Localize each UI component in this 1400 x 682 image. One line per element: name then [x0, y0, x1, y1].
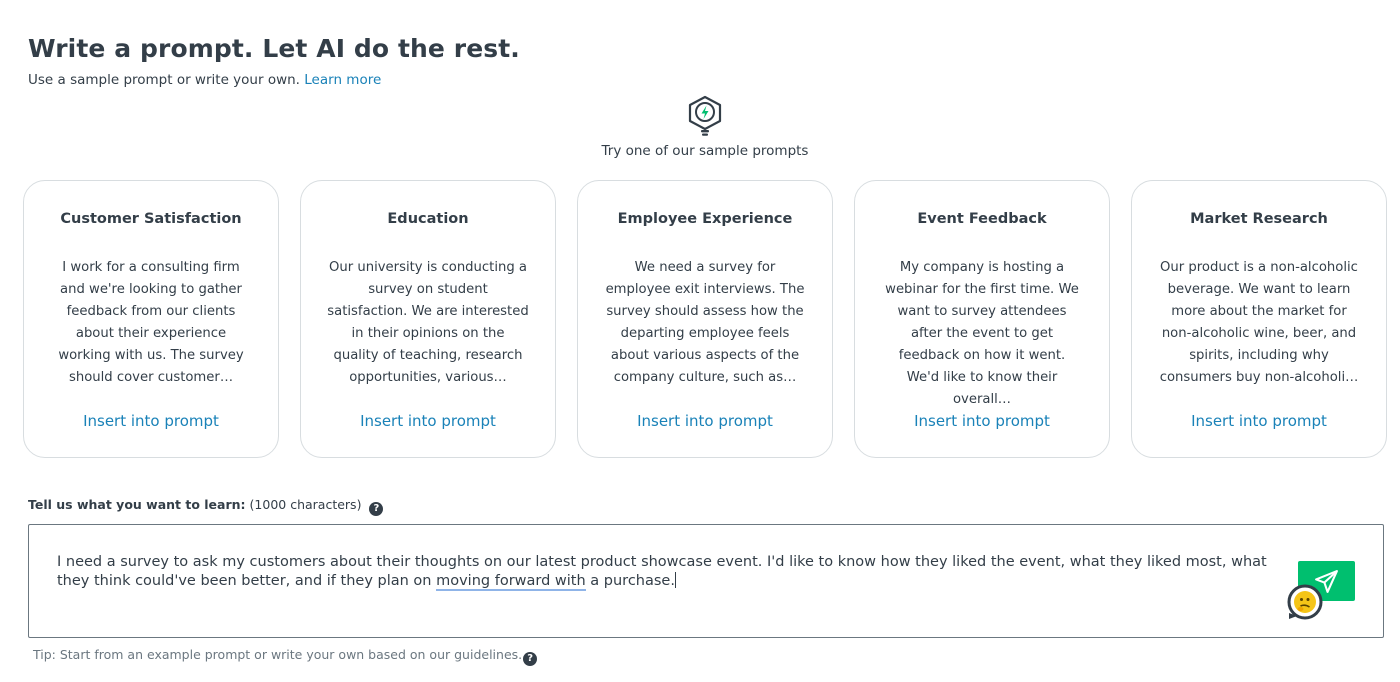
prompt-text-flagged: moving forward with: [436, 573, 586, 591]
card-body: Our product is a non-alcoholic beverage.…: [1159, 260, 1359, 385]
sample-card-education: Education Our university is conducting a…: [300, 180, 556, 458]
insert-into-prompt-button[interactable]: Insert into prompt: [1132, 412, 1386, 430]
card-body: I work for a consulting firm and we're l…: [58, 260, 244, 385]
card-title: Market Research: [1190, 211, 1328, 227]
prompt-label-bold: Tell us what you want to learn:: [28, 497, 246, 512]
card-body: My company is hosting a webinar for the …: [885, 260, 1079, 407]
learn-more-link[interactable]: Learn more: [304, 72, 381, 88]
prompt-char-limit: (1000 characters): [249, 497, 362, 512]
lightbulb-icon: [688, 95, 722, 136]
question-icon[interactable]: ?: [523, 652, 538, 666]
sample-card-market-research: Market Research Our product is a non-alc…: [1131, 180, 1387, 458]
question-icon[interactable]: ?: [369, 502, 384, 516]
sample-card-employee-experience: Employee Experience We need a survey for…: [577, 180, 833, 458]
card-title: Customer Satisfaction: [60, 211, 242, 227]
page-title: Write a prompt. Let AI do the rest.: [28, 34, 520, 63]
card-body: We need a survey for employee exit inter…: [605, 260, 805, 385]
card-title: Employee Experience: [617, 211, 793, 227]
sample-card-customer-satisfaction: Customer Satisfaction I work for a consu…: [23, 180, 279, 458]
subtitle-text: Use a sample prompt or write your own.: [28, 72, 300, 88]
insert-into-prompt-button[interactable]: Insert into prompt: [578, 412, 832, 430]
prompt-label: Tell us what you want to learn: (1000 ch…: [28, 497, 384, 516]
insert-into-prompt-button[interactable]: Insert into prompt: [855, 412, 1109, 430]
sample-card-event-feedback: Event Feedback My company is hosting a w…: [854, 180, 1110, 458]
sample-prompts-intro: Try one of our sample prompts: [601, 143, 809, 159]
tip-text: Tip: Start from an example prompt or wri…: [33, 647, 538, 666]
text-cursor: [674, 572, 676, 588]
prompt-text[interactable]: I need a survey to ask my customers abou…: [57, 553, 1277, 591]
assistant-emoji-icon[interactable]: [1285, 583, 1325, 621]
card-body: Our university is conducting a survey on…: [327, 260, 529, 385]
prompt-text-end: a purchase.: [585, 573, 675, 589]
tip-message: Tip: Start from an example prompt or wri…: [33, 647, 523, 662]
card-title: Education: [387, 211, 469, 227]
card-title: Event Feedback: [917, 211, 1047, 227]
prompt-textarea[interactable]: I need a survey to ask my customers abou…: [28, 524, 1384, 638]
insert-into-prompt-button[interactable]: Insert into prompt: [24, 412, 278, 430]
page-subtitle: Use a sample prompt or write your own. L…: [28, 72, 381, 88]
sample-cards: Customer Satisfaction I work for a consu…: [23, 180, 1387, 458]
insert-into-prompt-button[interactable]: Insert into prompt: [301, 412, 555, 430]
